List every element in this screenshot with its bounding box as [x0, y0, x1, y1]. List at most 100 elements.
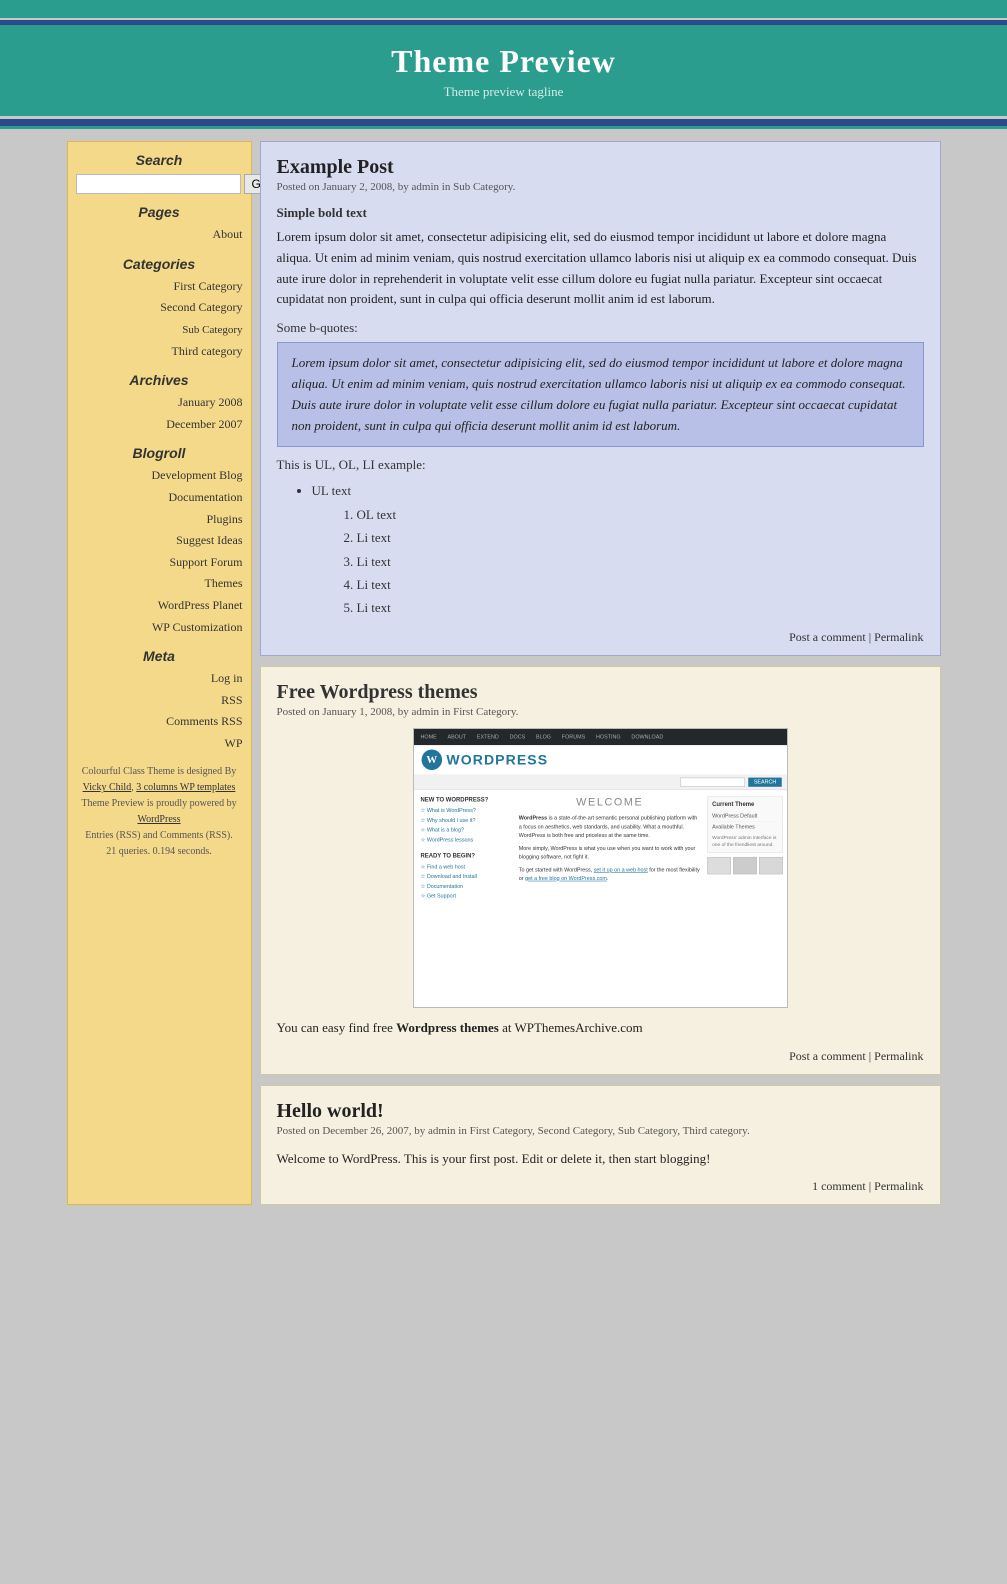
meta-heading: Meta [76, 648, 243, 664]
meta-item-3: WP [76, 733, 243, 755]
blogroll-link-6[interactable]: WordPress Planet [158, 598, 243, 612]
wp-logo-text: WORDPRESS [446, 751, 548, 768]
wp-sidebar-item1: WordPress Default [712, 811, 778, 822]
post-example-bold-heading: Simple bold text [277, 205, 924, 221]
archive-link-jan[interactable]: January 2008 [178, 395, 242, 409]
post-free-footer-link[interactable]: Post a comment | Permalink [789, 1049, 923, 1063]
post-example-bquotes-label: Some b-quotes: [277, 320, 924, 336]
pages-item-about: About [76, 224, 243, 246]
category-link-sub[interactable]: Sub Category [182, 324, 242, 336]
wp-nav-home: HOME [420, 734, 436, 740]
blogroll-link-1[interactable]: Documentation [169, 490, 243, 504]
wp-mock-search-button[interactable]: SEARCH [748, 777, 781, 786]
footer-link-vicky[interactable]: Vicky Child [83, 782, 132, 793]
wp-get-started: To get started with WordPress, set it up… [518, 866, 700, 883]
category-link-first[interactable]: First Category [174, 279, 243, 293]
post-hello-footer-link[interactable]: 1 comment | Permalink [812, 1179, 923, 1193]
post-example-meta: Posted on January 2, 2008, by admin in S… [277, 181, 924, 193]
subheader-bar2 [0, 126, 1007, 129]
search-row: Go! [76, 174, 243, 194]
post-example-ol: OL text Li text Li text Li text Li text [357, 503, 924, 620]
meta-item-1: RSS [76, 690, 243, 712]
footer-text4: 21 queries. 0.194 seconds. [106, 846, 212, 857]
pages-list: About [76, 224, 243, 246]
site-title: Theme Preview [0, 43, 1007, 80]
blogroll-link-5[interactable]: Themes [205, 576, 243, 590]
blogroll-link-7[interactable]: WP Customization [152, 620, 243, 634]
post-free-themes: Free Wordpress themes Posted on January … [260, 666, 941, 1075]
category-link-second[interactable]: Second Category [160, 300, 242, 314]
wp-welcome-heading: WELCOME [518, 796, 700, 808]
wp-new-to-wp: NEW TO WORDPRESS? [420, 796, 512, 802]
archives-heading: Archives [76, 372, 243, 388]
wp-nav-about: ABOUT [447, 734, 466, 740]
wp-intro-text: WordPress is a state-of-the-art semantic… [518, 814, 700, 840]
sidebar: Search Go! Pages About Categories First … [67, 141, 252, 1205]
meta-link-0[interactable]: Log in [211, 671, 243, 685]
blogroll-item-0: Development Blog [76, 465, 243, 487]
footer-text2: Theme Preview is proudly powered by [81, 798, 236, 809]
wp-sidebar-title: Current Theme [712, 801, 778, 807]
wp-mock-search-input[interactable] [680, 777, 745, 786]
main-content: Example Post Posted on January 2, 2008, … [260, 141, 941, 1205]
wp-sidebar-desc: WordPress' admin interface is one of the… [712, 834, 778, 848]
archive-item-dec: December 2007 [76, 414, 243, 436]
subheader-bar1 [0, 119, 1007, 126]
wp-screenshot-container: HOME ABOUT EXTEND DOCS BLOG FORUMS HOSTI… [413, 728, 788, 1008]
post-free-footer: Post a comment | Permalink [277, 1049, 924, 1064]
post-hello-footer: 1 comment | Permalink [277, 1179, 924, 1194]
post-free-content: You can easy find free Wordpress themes … [277, 1018, 924, 1039]
wp-more-text: More simply, WordPress is what you use w… [518, 844, 700, 861]
search-input[interactable] [76, 174, 241, 194]
meta-item-0: Log in [76, 668, 243, 690]
post-hello-world: Hello world! Posted on December 26, 2007… [260, 1085, 941, 1206]
meta-link-2[interactable]: Comments RSS [166, 714, 242, 728]
category-link-third[interactable]: Third category [172, 344, 243, 358]
footer-link-wp[interactable]: WordPress [137, 814, 180, 825]
post-free-title: Free Wordpress themes [277, 681, 924, 704]
sidebar-footer: Colourful Class Theme is designed By Vic… [76, 764, 243, 860]
wp-nav-forums: FORUMS [561, 734, 584, 740]
blogroll-item-5: Themes [76, 573, 243, 595]
category-item-first: First Category [76, 276, 243, 298]
post-example-footer: Post a comment | Permalink [277, 630, 924, 645]
post-example-title: Example Post [277, 156, 924, 179]
wp-nav-blog: BLOG [535, 734, 550, 740]
wp-nav-hosting: HOSTING [596, 734, 621, 740]
site-tagline: Theme preview tagline [0, 84, 1007, 100]
blogroll-link-3[interactable]: Suggest Ideas [176, 533, 242, 547]
meta-link-3[interactable]: WP [225, 736, 243, 750]
category-item-sub: Sub Category [76, 319, 243, 341]
blogroll-item-1: Documentation [76, 487, 243, 509]
post-hello-content: Welcome to WordPress. This is your first… [277, 1149, 924, 1170]
blogroll-link-4[interactable]: Support Forum [169, 555, 242, 569]
post-free-meta: Posted on January 1, 2008, by admin in F… [277, 706, 924, 718]
pages-link-about[interactable]: About [213, 227, 243, 241]
meta-link-1[interactable]: RSS [221, 693, 242, 707]
post-example-ul-intro: This is UL, OL, LI example: [277, 457, 924, 473]
categories-list: First Category Second Category Sub Categ… [76, 276, 243, 363]
meta-item-2: Comments RSS [76, 711, 243, 733]
site-header: Theme Preview Theme preview tagline [0, 25, 1007, 116]
li-item-2: Li text [357, 573, 924, 596]
footer-link-3col[interactable]: 3 columns WP templates [136, 782, 235, 793]
post-hello-meta: Posted on December 26, 2007, by admin in… [277, 1125, 924, 1137]
li-item-1: Li text [357, 550, 924, 573]
category-item-second: Second Category [76, 297, 243, 319]
blogroll-item-2: Plugins [76, 509, 243, 531]
blogroll-link-0[interactable]: Development Blog [152, 468, 243, 482]
categories-heading: Categories [76, 256, 243, 272]
post-hello-title: Hello world! [277, 1100, 924, 1123]
post-example-ul: UL text [312, 479, 924, 502]
post-example-para1: Lorem ipsum dolor sit amet, consectetur … [277, 227, 924, 310]
footer-text1: Colourful Class Theme is designed By [82, 766, 237, 777]
blogroll-list: Development Blog Documentation Plugins S… [76, 465, 243, 638]
wp-ready-items: ☆ Find a web host☆ Download and Install☆… [420, 862, 512, 901]
ul-item: UL text [312, 479, 924, 502]
category-item-third: Third category [76, 341, 243, 363]
blogroll-link-2[interactable]: Plugins [206, 512, 242, 526]
wp-nav-download: DOWNLOAD [631, 734, 663, 740]
archive-link-dec[interactable]: December 2007 [166, 417, 242, 431]
post-example: Example Post Posted on January 2, 2008, … [260, 141, 941, 656]
post-example-footer-link[interactable]: Post a comment | Permalink [789, 630, 923, 644]
